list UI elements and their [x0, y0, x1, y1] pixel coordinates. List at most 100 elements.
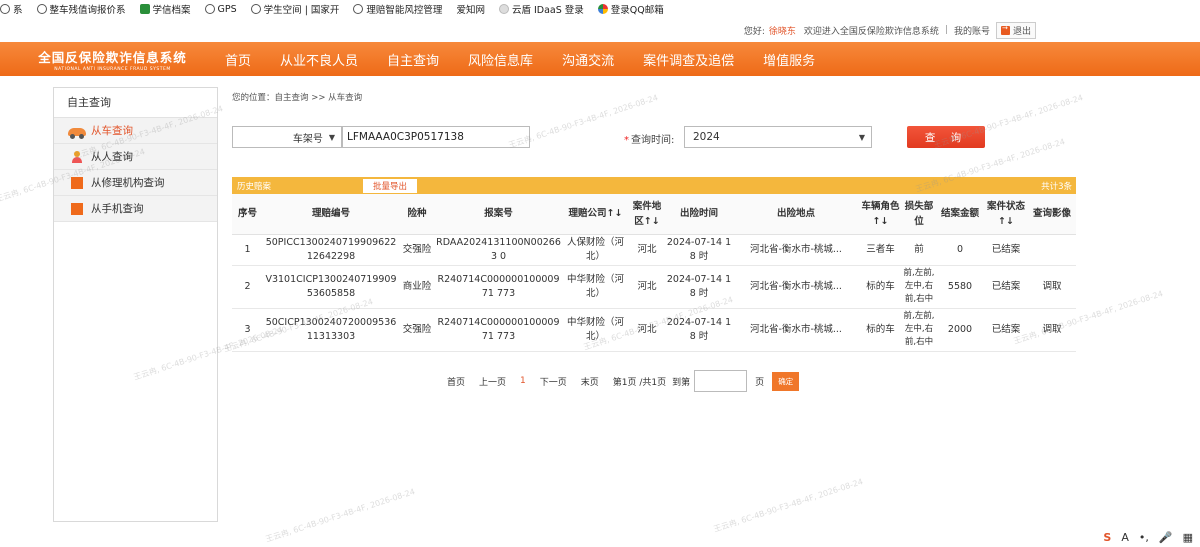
- mail-icon: [597, 4, 608, 14]
- fetch-image-link[interactable]: 调取: [1028, 308, 1076, 352]
- vin-input[interactable]: [342, 126, 530, 148]
- next-page-link[interactable]: 下一页: [540, 375, 567, 388]
- nav-value-added[interactable]: 增值服务: [763, 50, 815, 69]
- welcome-text: 欢迎进入全国反保险欺诈信息系统: [803, 26, 939, 37]
- cell-damage-part: 前,左前,左中,右前,右中: [902, 265, 936, 309]
- person-icon: [71, 150, 83, 163]
- cell-claim-no: V3101CICP1300240719909 53605858: [263, 265, 399, 309]
- last-page-link[interactable]: 末页: [581, 375, 599, 388]
- cell-vehicle-role: 标的车: [859, 265, 902, 309]
- globe-icon: [204, 4, 215, 14]
- cell-region: 河北: [629, 234, 665, 266]
- chevron-down-icon: ▼: [858, 132, 865, 142]
- nav-communication[interactable]: 沟通交流: [562, 50, 614, 69]
- my-account-link[interactable]: 我的账号: [954, 24, 990, 37]
- table-header-row: 序号 理赔编号 险种 报案号 理赔公司↑↓ 案件地区↑↓ 出险时间 出险地点 车…: [232, 194, 1076, 235]
- bookmark-item[interactable]: 爱知网: [456, 2, 485, 16]
- separator: |: [944, 25, 948, 35]
- cell-status: 已结案: [984, 308, 1028, 352]
- sidebar-title: 自主查询: [54, 88, 217, 118]
- bookmark-item[interactable]: 学生空间 | 国家开: [250, 2, 339, 16]
- col-company[interactable]: 理赔公司↑↓: [562, 194, 629, 235]
- cell-company: 人保财险（河北）: [562, 234, 629, 266]
- table-row: 3 50CICP1300240720009536 11313303 交强险 R2…: [232, 308, 1076, 352]
- cell-accident-place: 河北省-衡水市-桃城...: [733, 265, 859, 309]
- sidebar-item-person-query[interactable]: 从人查询: [54, 144, 217, 170]
- org-icon: [71, 202, 83, 215]
- punctuation-icon[interactable]: •,: [1139, 531, 1149, 544]
- search-row: 车架号▼ *查询时间: 2024▼ 查 询: [232, 126, 992, 148]
- car-icon: [68, 127, 86, 139]
- nav-case-investigation[interactable]: 案件调查及追偿: [643, 50, 734, 69]
- query-time-label: * 查询时间:: [624, 135, 675, 146]
- cell-insurance-type: 交强险: [399, 308, 435, 352]
- cell-accident-place: 河北省-衡水市-桃城...: [733, 234, 859, 266]
- cell-company: 中华财险（河北）: [562, 265, 629, 309]
- globe-icon: [0, 4, 10, 14]
- first-page-link[interactable]: 首页: [447, 375, 465, 388]
- system-logo[interactable]: 全国反保险欺诈信息系统 NATIONAL ANTI INSURANCE FRAU…: [0, 42, 205, 76]
- batch-export-button[interactable]: 批量导出: [363, 178, 418, 193]
- cell-accident-time: 2024-07-14 18 时: [665, 265, 733, 309]
- main-nav: 全国反保险欺诈信息系统 NATIONAL ANTI INSURANCE FRAU…: [0, 42, 1200, 76]
- microphone-icon[interactable]: 🎤: [1159, 531, 1173, 544]
- col-status[interactable]: 案件状态↑↓: [984, 194, 1028, 235]
- cell-claim-no: 50PICC1300240719909622 12642298: [263, 234, 399, 266]
- globe-icon: [36, 4, 47, 14]
- history-claims-bar: 历史赔案 批量导出 共计3条: [232, 177, 1076, 194]
- bookmark-item[interactable]: 学信档案: [139, 2, 191, 16]
- bookmark-item[interactable]: 系: [0, 2, 23, 16]
- col-accident-time: 出险时间: [665, 194, 733, 235]
- nav-home[interactable]: 首页: [225, 50, 251, 69]
- table-row: 2 V3101CICP1300240719909 53605858 商业险 R2…: [232, 265, 1076, 309]
- cell-vehicle-role: 三者车: [859, 234, 902, 266]
- prev-page-link[interactable]: 上一页: [479, 375, 506, 388]
- nav-bad-practitioners[interactable]: 从业不良人员: [280, 50, 358, 69]
- greeting: 您好:: [743, 26, 765, 37]
- ime-mode-icon[interactable]: A: [1121, 531, 1129, 544]
- logo-cn: 全国反保险欺诈信息系统: [38, 49, 187, 65]
- keyboard-icon[interactable]: ▦: [1183, 531, 1193, 544]
- bookmarks-bar: 系 整车残值询报价系 学信档案 GPS 学生空间 | 国家开 理赔智能风控管理 …: [0, 0, 1200, 18]
- logout-button[interactable]: 退出: [995, 21, 1036, 39]
- globe-icon: [250, 4, 261, 14]
- goto-page-input[interactable]: [694, 370, 748, 392]
- sidebar-item-car-query[interactable]: 从车查询: [54, 118, 217, 144]
- current-page[interactable]: 1: [520, 376, 526, 386]
- col-claim-no: 理赔编号: [263, 194, 399, 235]
- query-type-select[interactable]: 车架号 ▼: [232, 126, 342, 148]
- leaf-icon: [139, 4, 150, 14]
- col-vehicle-role[interactable]: 车辆角色↑↓: [859, 194, 902, 235]
- confirm-page-button[interactable]: 确定: [772, 371, 800, 391]
- bookmark-item[interactable]: 云盾 IDaaS 登录: [498, 2, 584, 16]
- query-button[interactable]: 查 询: [907, 126, 985, 148]
- cell-report-no: R240714C00000010000971 773: [435, 308, 562, 352]
- cell-insurance-type: 商业险: [399, 265, 435, 309]
- cell-accident-time: 2024-07-14 18 时: [665, 234, 733, 266]
- watermark: 王云冉, 6C-4B-90-F3-4B-4F, 2026-08-24: [264, 487, 417, 544]
- bookmark-item[interactable]: 整车残值询报价系: [36, 2, 126, 16]
- table-row: 1 50PICC1300240719909622 12642298 交强险 RD…: [232, 234, 1076, 266]
- username: 徐晓东: [768, 26, 796, 37]
- nav-self-query[interactable]: 自主查询: [387, 50, 439, 69]
- sidebar-item-repair-query[interactable]: 从修理机构查询: [54, 170, 217, 196]
- page-unit-label: 页: [755, 377, 765, 388]
- sidebar-item-phone-query[interactable]: 从手机查询: [54, 196, 217, 222]
- bookmark-item[interactable]: 理赔智能风控管理: [353, 2, 442, 16]
- nav-risk-database[interactable]: 风险信息库: [468, 50, 533, 69]
- bookmark-item[interactable]: 登录QQ邮箱: [597, 2, 664, 16]
- fetch-image-link[interactable]: 调取: [1028, 265, 1076, 309]
- query-year-select[interactable]: 2024 ▼: [684, 126, 872, 148]
- ime-logo-icon[interactable]: S: [1103, 531, 1111, 544]
- cell-report-no: RDAA2024131100N002663 0: [435, 234, 562, 266]
- logout-icon: [1000, 24, 1010, 35]
- page-info: 第1页 /共1页: [612, 377, 667, 388]
- sidebar: 自主查询 从车查询 从人查询 从修理机构查询 从手机查询: [53, 87, 218, 522]
- watermark: 王云冉, 6C-4B-90-F3-4B-4F, 2026-08-24: [712, 477, 865, 534]
- bookmark-item[interactable]: GPS: [204, 4, 237, 15]
- cell-amount: 2000: [936, 308, 984, 352]
- cell-region: 河北: [629, 308, 665, 352]
- col-report-no: 报案号: [435, 194, 562, 235]
- cell-region: 河北: [629, 265, 665, 309]
- col-region[interactable]: 案件地区↑↓: [629, 194, 665, 235]
